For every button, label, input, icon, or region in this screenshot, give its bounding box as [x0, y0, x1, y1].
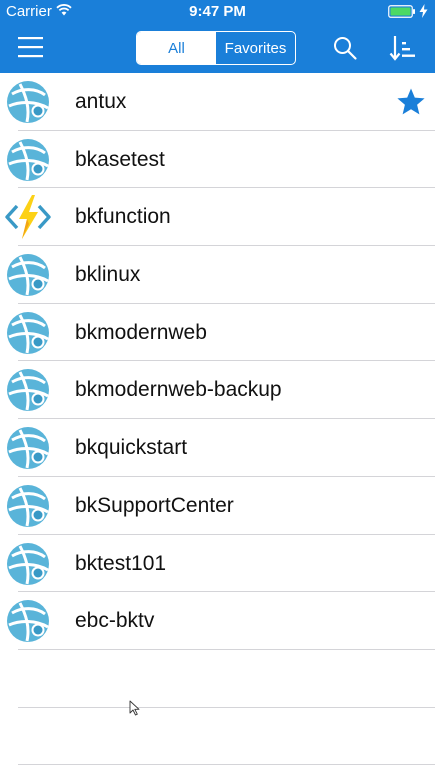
- item-name: bkquickstart: [75, 436, 188, 460]
- list-item[interactable]: ebc-bktv: [0, 592, 435, 650]
- item-name: bktest101: [75, 551, 167, 575]
- azure-web-app-icon: [7, 427, 49, 470]
- azure-web-app-icon: [7, 138, 49, 181]
- item-name: bkmodernweb: [75, 320, 207, 344]
- app-header: Carrier 9:47 PM All Favorites: [0, 0, 435, 73]
- sort-icon[interactable]: [389, 34, 417, 62]
- list-item[interactable]: bkfunction: [0, 188, 435, 247]
- azure-web-app-icon: [7, 311, 49, 354]
- segment-favorites[interactable]: Favorites: [216, 32, 295, 64]
- favorite-star-icon[interactable]: [396, 87, 426, 117]
- hamburger-menu-icon[interactable]: [14, 34, 46, 60]
- azure-function-app-icon: [5, 195, 51, 240]
- battery-icon: [388, 5, 415, 18]
- azure-web-app-icon: [7, 254, 49, 297]
- azure-web-app-icon: [7, 542, 49, 585]
- wifi-icon: [56, 4, 72, 16]
- list-item[interactable]: bktest101: [0, 535, 435, 593]
- list-item[interactable]: bkmodernweb: [0, 304, 435, 362]
- filter-segmented-control: All Favorites: [136, 31, 296, 65]
- search-icon[interactable]: [332, 35, 358, 61]
- item-name: bkmodernweb-backup: [75, 378, 282, 402]
- segment-all[interactable]: All: [137, 32, 216, 64]
- list-item[interactable]: bklinux: [0, 246, 435, 304]
- status-bar: Carrier 9:47 PM: [0, 0, 435, 24]
- item-name: bkasetest: [75, 147, 165, 171]
- azure-web-app-icon: [7, 81, 49, 123]
- list-item[interactable]: bkquickstart: [0, 419, 435, 477]
- item-name: bkSupportCenter: [75, 493, 234, 517]
- azure-web-app-icon: [7, 369, 49, 412]
- resource-list: antux bkasetest bkfunction bklinux bkmod…: [0, 73, 435, 768]
- list-item[interactable]: bkasetest: [0, 131, 435, 189]
- row-divider: [18, 764, 435, 766]
- charging-icon: [419, 4, 428, 18]
- list-item[interactable]: bkmodernweb-backup: [0, 361, 435, 420]
- mouse-cursor-icon: [129, 700, 140, 716]
- item-name: ebc-bktv: [75, 609, 155, 633]
- item-name: bkfunction: [75, 205, 171, 229]
- empty-row: [0, 708, 435, 766]
- carrier-label: Carrier: [6, 3, 52, 20]
- list-item[interactable]: bkSupportCenter: [0, 477, 435, 535]
- empty-row: [0, 650, 435, 708]
- item-name: bklinux: [75, 263, 141, 287]
- azure-web-app-icon: [7, 600, 49, 643]
- list-item[interactable]: antux: [0, 73, 435, 131]
- azure-web-app-icon: [7, 484, 49, 527]
- item-name: antux: [75, 90, 127, 113]
